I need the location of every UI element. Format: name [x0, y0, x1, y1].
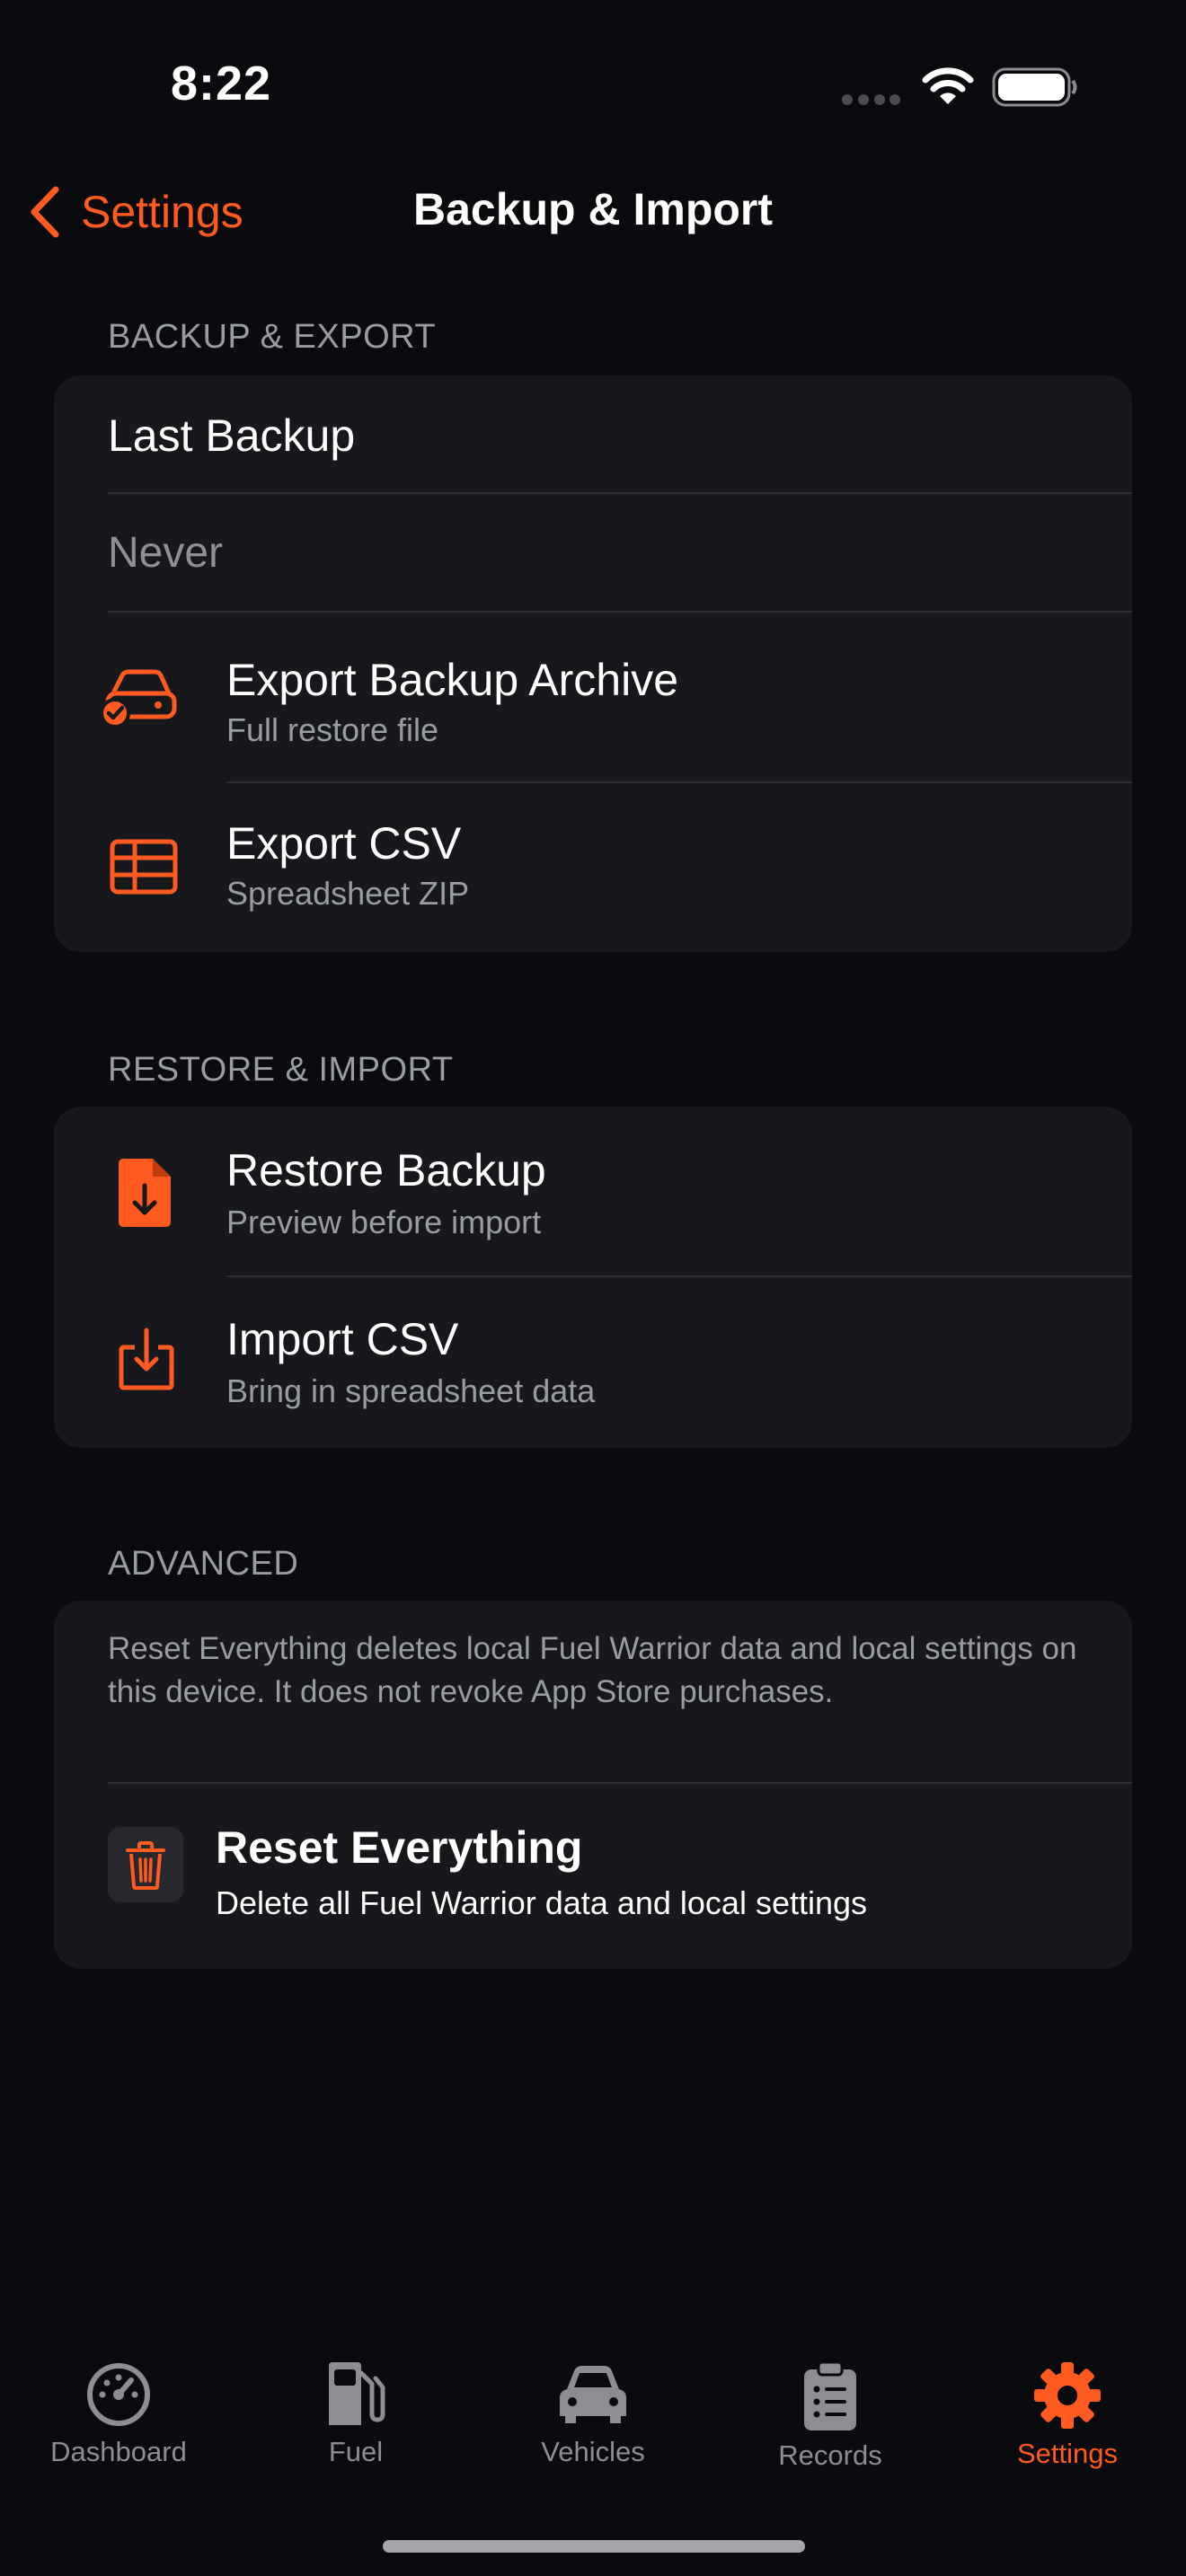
last-backup-label: Last Backup [108, 410, 356, 461]
table-icon [110, 839, 178, 895]
restore-backup-title: Restore Backup [226, 1145, 546, 1195]
document-download-icon [119, 1159, 171, 1227]
reset-everything-subtitle: Delete all Fuel Warrior data and local s… [216, 1884, 868, 1921]
reset-everything-title: Reset Everything [216, 1822, 583, 1873]
restore-backup-subtitle: Preview before import [226, 1204, 542, 1240]
tab-label: Settings [1016, 2438, 1118, 2469]
import-csv-subtitle: Bring in spreadsheet data [226, 1372, 596, 1409]
reset-description: Reset Everything deletes local Fuel Warr… [108, 1631, 1077, 1709]
status-time: 8:22 [171, 57, 272, 110]
tab-records[interactable]: Records [712, 2360, 949, 2486]
last-backup-value-row: Never [54, 494, 1132, 611]
tab-vehicles[interactable]: Vehicles [474, 2360, 712, 2486]
export-backup-archive-title: Export Backup Archive [226, 655, 679, 705]
export-csv-subtitle: Spreadsheet ZIP [226, 875, 470, 912]
tab-label: Records [778, 2439, 882, 2471]
import-csv-row[interactable]: Import CSV Bring in spreadsheet data [54, 1277, 1132, 1448]
speedometer-icon [87, 2363, 150, 2426]
restore-import-card: Restore Backup Preview before import Imp… [54, 1107, 1132, 1448]
car-check-icon [100, 669, 177, 728]
page-title: Backup & Import [412, 184, 774, 234]
tab-label: Dashboard [50, 2436, 187, 2467]
home-indicator[interactable] [383, 2540, 805, 2553]
advanced-card: Reset Everything deletes local Fuel Warr… [54, 1601, 1132, 1969]
clipboard-icon [804, 2360, 856, 2430]
tab-settings[interactable]: Settings [949, 2360, 1186, 2486]
gear-icon [1034, 2362, 1101, 2429]
tab-label: Vehicles [541, 2436, 645, 2467]
backup-export-card: Last Backup Never Export Backup Archive … [54, 375, 1132, 952]
export-csv-row[interactable]: Export CSV Spreadsheet ZIP [54, 783, 1132, 952]
fuel-pump-icon [329, 2362, 385, 2425]
cellular-signal-icon [842, 94, 900, 105]
car-icon [560, 2366, 626, 2423]
last-backup-row: Last Backup [54, 375, 1132, 492]
section-header-advanced: ADVANCED [108, 1545, 299, 1583]
reset-everything-row[interactable]: Reset Everything Delete all Fuel Warrior… [54, 1784, 1132, 1969]
tray-download-icon [119, 1328, 174, 1390]
export-backup-archive-row[interactable]: Export Backup Archive Full restore file [54, 613, 1132, 783]
tab-label: Fuel [328, 2436, 384, 2467]
export-backup-archive-subtitle: Full restore file [226, 711, 439, 748]
section-header-restore-import: RESTORE & IMPORT [108, 1051, 454, 1089]
trash-icon-tile [108, 1827, 183, 1902]
tab-dashboard[interactable]: Dashboard [0, 2360, 237, 2486]
export-csv-title: Export CSV [226, 818, 462, 869]
last-backup-value: Never [108, 529, 224, 577]
wifi-icon [922, 67, 974, 104]
trash-icon [126, 1841, 165, 1890]
section-header-backup-export: BACKUP & EXPORT [108, 318, 437, 356]
import-csv-title: Import CSV [226, 1314, 459, 1364]
restore-backup-row[interactable]: Restore Backup Preview before import [54, 1107, 1132, 1275]
tab-fuel[interactable]: Fuel [237, 2360, 474, 2486]
battery-icon [992, 67, 1077, 107]
